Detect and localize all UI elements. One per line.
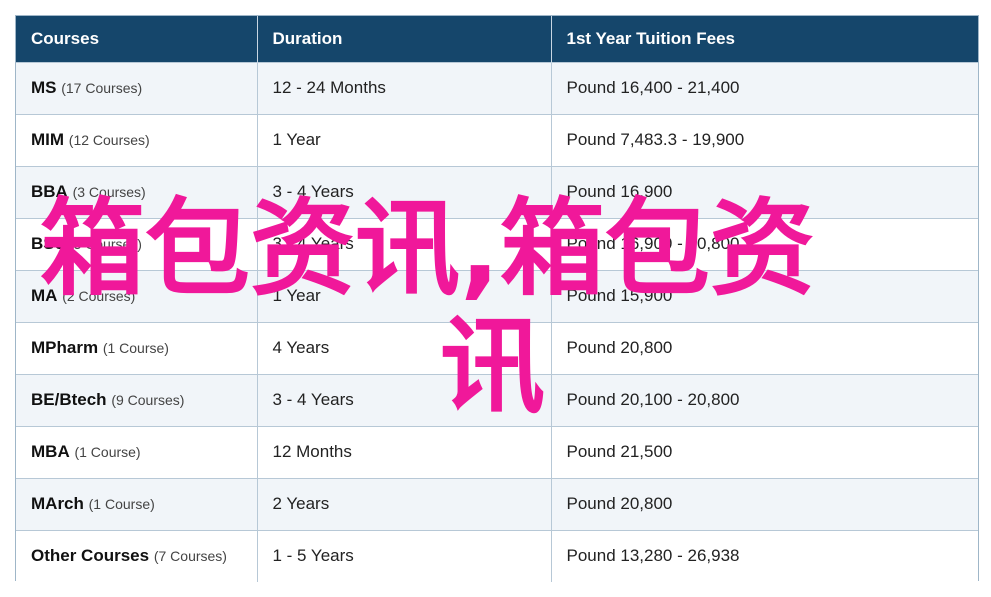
duration-cell: 1 Year	[257, 113, 552, 166]
course-cell: MPharm (1 Course)	[16, 321, 258, 374]
course-cell: MArch (1 Course)	[16, 477, 258, 530]
course-count: (7 Courses)	[153, 548, 227, 565]
course-cell: BSc (3 Courses)	[16, 217, 258, 270]
table-row: BSc (3 Courses) 3 - 4 Years Pound 16,900…	[16, 217, 978, 270]
table-row: MPharm (1 Course) 4 Years Pound 20,800	[16, 321, 978, 374]
course-count: (2 Courses)	[62, 288, 136, 304]
table-row: BE/Btech (9 Courses) 3 - 4 Years Pound 2…	[16, 373, 978, 426]
table-row: MA (2 Courses) 1 Year Pound 15,900	[16, 269, 978, 322]
duration-cell: 3 - 4 Years	[257, 217, 552, 270]
course-count: (1 Course)	[88, 496, 155, 512]
course-cell: BBA (3 Courses)	[16, 165, 258, 218]
course-name[interactable]: MIM	[31, 130, 64, 149]
course-cell: Other Courses (7 Courses)	[16, 529, 258, 582]
header-duration: Duration	[257, 16, 552, 62]
course-name[interactable]: MA	[31, 286, 57, 305]
course-cell: MBA (1 Course)	[16, 425, 258, 478]
fees-cell: Pound 16,400 - 21,400	[551, 61, 978, 114]
course-name[interactable]: BBA	[31, 182, 68, 201]
table-row: MIM (12 Courses) 1 Year Pound 7,483.3 - …	[16, 113, 978, 166]
course-count: (3 Courses)	[72, 184, 146, 200]
fees-cell: Pound 20,100 - 20,800	[551, 373, 978, 426]
fees-cell: Pound 20,800	[551, 321, 978, 374]
duration-cell: 4 Years	[257, 321, 552, 374]
course-name[interactable]: Other Courses	[31, 546, 149, 565]
table-row: MArch (1 Course) 2 Years Pound 20,800	[16, 477, 978, 530]
duration-cell: 2 Years	[257, 477, 552, 530]
table-row: Other Courses (7 Courses) 1 - 5 Years Po…	[16, 529, 978, 582]
fees-cell: Pound 13,280 - 26,938	[551, 529, 978, 582]
course-name[interactable]: MBA	[31, 442, 70, 461]
table-header: Courses Duration 1st Year Tuition Fees	[16, 16, 978, 62]
course-name[interactable]: MArch	[31, 494, 84, 513]
duration-cell: 1 - 5 Years	[257, 529, 552, 582]
course-count: (1 Course)	[102, 340, 169, 356]
duration-cell: 12 Months	[257, 425, 552, 478]
table-row: MS (17 Courses) 12 - 24 Months Pound 16,…	[16, 61, 978, 114]
course-cell: BE/Btech (9 Courses)	[16, 373, 258, 426]
course-cell: MS (17 Courses)	[16, 61, 258, 114]
duration-cell: 12 - 24 Months	[257, 61, 552, 114]
course-count: (17 Courses)	[61, 80, 143, 96]
fees-cell: Pound 7,483.3 - 19,900	[551, 113, 978, 166]
course-name[interactable]: BSc	[31, 234, 64, 253]
tuition-table-container: Courses Duration 1st Year Tuition Fees M…	[15, 15, 979, 582]
duration-cell: 1 Year	[257, 269, 552, 322]
duration-cell: 3 - 4 Years	[257, 373, 552, 426]
fees-cell: Pound 16,900 - 20,800	[551, 217, 978, 270]
course-count: (9 Courses)	[111, 392, 185, 408]
tuition-table: Courses Duration 1st Year Tuition Fees M…	[16, 16, 978, 582]
duration-cell: 3 - 4 Years	[257, 165, 552, 218]
course-name[interactable]: BE/Btech	[31, 390, 107, 409]
fees-cell: Pound 15,900	[551, 269, 978, 322]
table-body: MS (17 Courses) 12 - 24 Months Pound 16,…	[16, 61, 978, 582]
course-cell: MA (2 Courses)	[16, 269, 258, 322]
header-courses: Courses	[16, 16, 258, 62]
course-cell: MIM (12 Courses)	[16, 113, 258, 166]
fees-cell: Pound 20,800	[551, 477, 978, 530]
course-count: (12 Courses)	[68, 132, 150, 148]
course-count: (3 Courses)	[68, 236, 142, 252]
course-name[interactable]: MS	[31, 78, 57, 97]
course-name[interactable]: MPharm	[31, 338, 98, 357]
header-tuition-fees: 1st Year Tuition Fees	[551, 16, 978, 62]
header-row: Courses Duration 1st Year Tuition Fees	[16, 16, 978, 62]
fees-cell: Pound 21,500	[551, 425, 978, 478]
fees-cell: Pound 16,900	[551, 165, 978, 218]
table-row: MBA (1 Course) 12 Months Pound 21,500	[16, 425, 978, 478]
course-count: (1 Course)	[74, 444, 141, 460]
table-row: BBA (3 Courses) 3 - 4 Years Pound 16,900	[16, 165, 978, 218]
